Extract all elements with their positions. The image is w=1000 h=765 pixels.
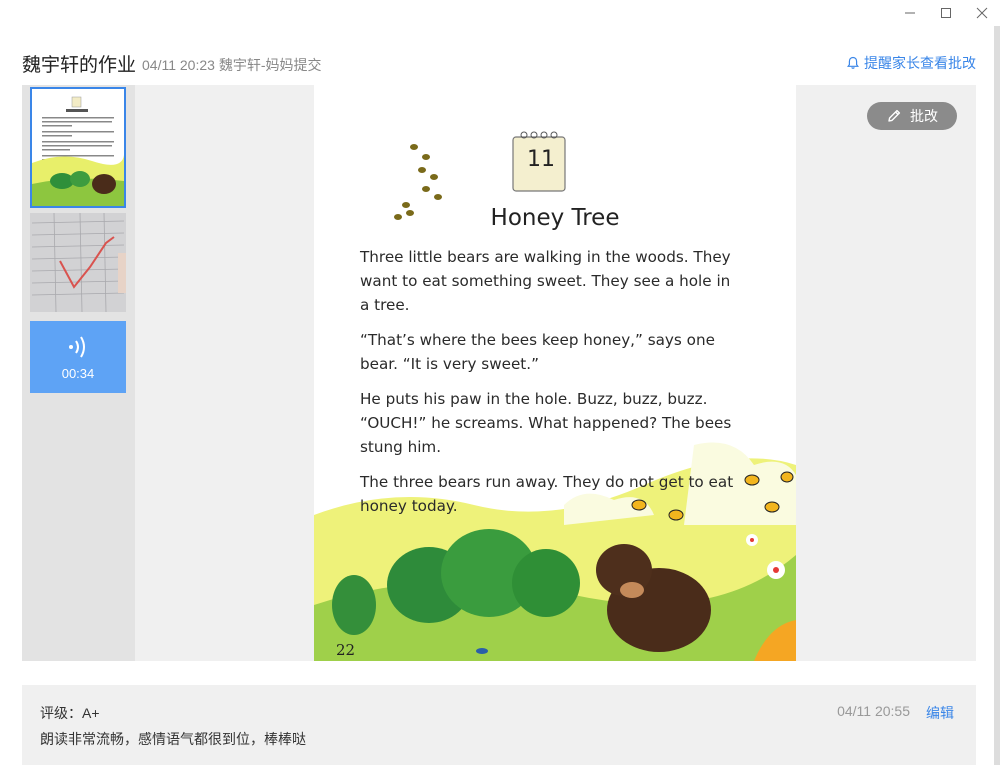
story-text: Three little bears are walking in the wo… bbox=[360, 245, 738, 529]
review-panel: 评级：A+ 朗读非常流畅，感情语气都很到位，棒棒哒 04/11 20:55 编辑 bbox=[22, 685, 976, 765]
worksheet-photo-thumbnail-image bbox=[30, 213, 126, 312]
mark-button-label: 批改 bbox=[910, 108, 938, 124]
review-timestamp: 04/11 20:55 bbox=[837, 703, 910, 719]
submission-info: 04/11 20:23 魏宇轩-妈妈提交 bbox=[142, 56, 322, 73]
thumbnail-worksheet-photo[interactable] bbox=[30, 213, 126, 312]
homework-viewer: 00:34 11 Honey Tree Three little bears a… bbox=[22, 85, 976, 661]
remind-parent-link[interactable]: 提醒家长查看批改 bbox=[846, 53, 976, 73]
audio-duration: 00:34 bbox=[61, 365, 95, 381]
book-page-number: 22 bbox=[336, 641, 356, 659]
calendar-day-number: 11 bbox=[527, 147, 555, 172]
thumbnail-audio-recording[interactable]: 00:34 bbox=[30, 321, 126, 393]
grade-text: 评级：A+ bbox=[40, 705, 100, 721]
thumbnail-strip: 00:34 bbox=[22, 85, 135, 661]
homework-header: 魏宇轩的作业 04/11 20:23 魏宇轩-妈妈提交 提醒家长查看批改 bbox=[22, 48, 976, 78]
close-icon bbox=[976, 7, 988, 19]
maximize-icon bbox=[941, 8, 951, 18]
book-page-image: 11 Honey Tree Three little bears are wal… bbox=[314, 85, 796, 661]
thumbnail-book-page[interactable] bbox=[30, 87, 126, 208]
window-controls bbox=[892, 0, 1000, 26]
minimize-icon bbox=[905, 12, 915, 14]
story-paragraph: He puts his paw in the hole. Buzz, buzz,… bbox=[360, 390, 732, 456]
story-paragraph: “That’s where the bees keep honey,” says… bbox=[360, 331, 715, 373]
minimize-button[interactable] bbox=[892, 0, 928, 26]
remind-parent-label: 提醒家长查看批改 bbox=[864, 55, 976, 71]
story-title: Honey Tree bbox=[490, 205, 620, 231]
story-paragraph: Three little bears are walking in the wo… bbox=[360, 248, 731, 314]
mark-button[interactable]: 批改 bbox=[867, 102, 957, 130]
maximize-button[interactable] bbox=[928, 0, 964, 26]
close-button[interactable] bbox=[964, 0, 1000, 26]
book-page-thumbnail-image bbox=[32, 89, 124, 206]
teacher-comment: 朗读非常流畅，感情语气都很到位，棒棒哒 bbox=[40, 731, 306, 747]
scrollbar[interactable] bbox=[994, 26, 1000, 765]
pencil-icon bbox=[888, 109, 901, 122]
page-title: 魏宇轩的作业 bbox=[22, 54, 137, 76]
bell-icon bbox=[847, 56, 859, 69]
edit-review-button[interactable]: 编辑 bbox=[926, 703, 954, 723]
story-paragraph: The three bears run away. They do not ge… bbox=[360, 473, 734, 515]
sound-wave-icon bbox=[69, 335, 85, 358]
